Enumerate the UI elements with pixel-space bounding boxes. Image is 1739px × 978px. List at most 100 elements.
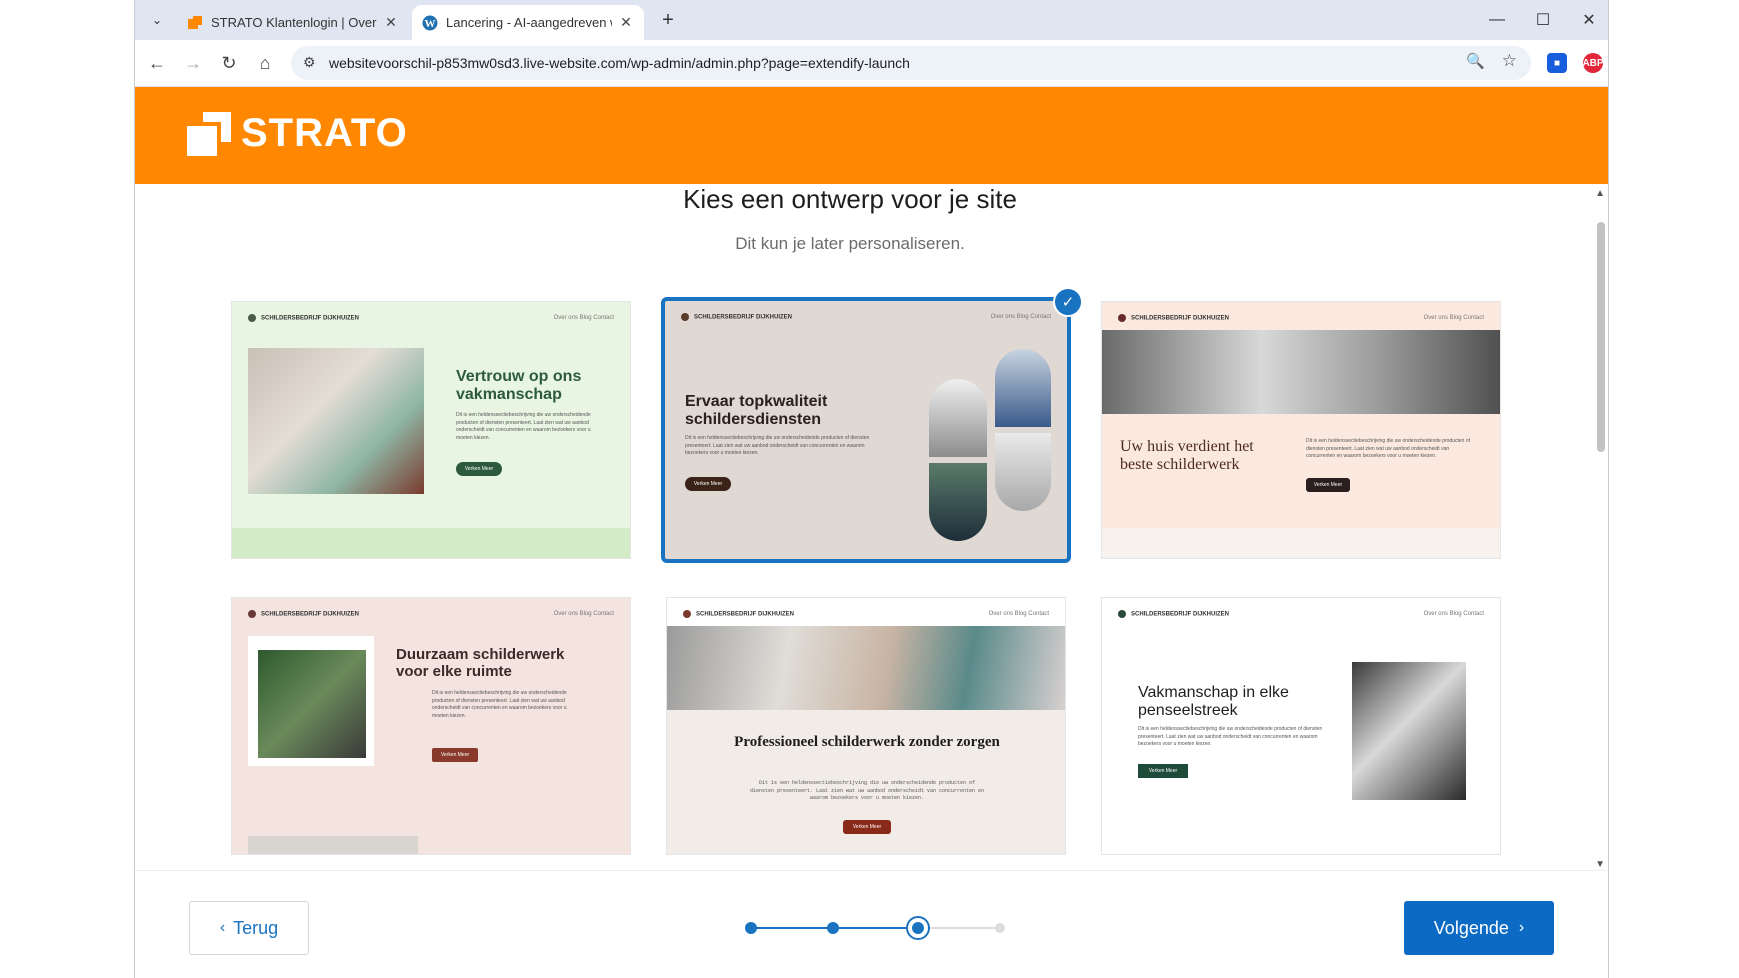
tab-strip: ⌄ STRATO Klantenlogin | Overzicht ✕ W La… [135, 0, 1608, 40]
design-card-6[interactable]: SCHILDERSBEDRIJF DIJKHUIZEN Over ons Blog… [1101, 597, 1501, 855]
design-title: Ervaar topkwaliteit schildersdiensten [685, 393, 828, 429]
design-button: Verken Meer [843, 820, 891, 834]
tab-search-button[interactable]: ⌄ [145, 8, 169, 32]
painter-photo [995, 349, 1051, 427]
design-title: Professioneel schilderwerk zonder zorgen [734, 734, 1000, 750]
painter-photo [1102, 330, 1500, 414]
home-button[interactable]: ⌂ [251, 49, 279, 77]
design-title: Duurzaam schilderwerk voor elke ruimte [396, 646, 565, 681]
maximize-button[interactable]: ☐ [1521, 6, 1565, 34]
painter-photo [929, 463, 987, 541]
progress-step-3-current [908, 918, 928, 938]
adblock-icon[interactable]: ABP [1582, 53, 1604, 73]
next-step-button[interactable]: Volgende › [1404, 901, 1554, 955]
reload-button[interactable]: ↻ [215, 49, 243, 77]
scroll-thumb[interactable] [1597, 222, 1605, 452]
minimize-icon: — [1489, 11, 1505, 28]
design-button: Verken Meer [685, 477, 731, 491]
design-card-3[interactable]: SCHILDERSBEDRIJF DIJKHUIZEN Over ons Blog… [1101, 301, 1501, 559]
design-chooser: Kies een ontwerp voor je site Dit kun je… [135, 184, 1608, 870]
painter-photo [929, 379, 987, 457]
next-step-label: Volgende [1433, 917, 1509, 938]
design-button: Verken Meer [1306, 478, 1350, 492]
painter-photo [1352, 662, 1466, 800]
mini-nav: SCHILDERSBEDRIJF DIJKHUIZEN Over ons Blog… [1118, 312, 1484, 324]
maximize-icon: ☐ [1535, 12, 1551, 29]
svg-text:W: W [425, 18, 436, 30]
design-title: Uw huis verdient het beste schilderwerk [1120, 438, 1254, 474]
scroll-up-icon[interactable]: ▲ [1595, 188, 1605, 199]
close-icon[interactable]: ✕ [618, 14, 634, 31]
home-icon: ⌂ [259, 52, 271, 73]
url-text: websitevoorschil-p853mw0sd3.live-website… [329, 55, 910, 71]
tab-title: Lancering - AI-aangedreven website [446, 15, 612, 30]
tab-lancering[interactable]: W Lancering - AI-aangedreven website ✕ [412, 5, 644, 40]
page-subtitle: Dit kun je later personaliseren. [735, 234, 965, 253]
page-title: Kies een ontwerp voor je site [683, 184, 1017, 214]
plus-icon: + [662, 8, 674, 31]
forward-button[interactable]: → [179, 49, 207, 77]
close-icon: ✕ [1582, 12, 1596, 29]
back-step-label: Terug [233, 917, 279, 938]
mini-nav: SCHILDERSBEDRIJF DIJKHUIZEN Over ons Blog… [683, 608, 1049, 620]
design-card-1[interactable]: SCHILDERSBEDRIJF DIJKHUIZEN Over ons Blog… [231, 301, 631, 559]
reload-icon: ↻ [221, 52, 237, 73]
bitwarden-icon[interactable]: ■ [1547, 53, 1567, 73]
close-icon[interactable]: ✕ [383, 14, 399, 31]
progress-step-1 [745, 922, 757, 934]
address-bar[interactable]: ⚙ websitevoorschil-p853mw0sd3.live-websi… [291, 46, 1531, 80]
mini-nav: SCHILDERSBEDRIJF DIJKHUIZEN Over ons Blog… [248, 608, 614, 620]
browser-toolbar: ← → ↻ ⌂ ⚙ websitevoorschil-p853mw0sd3.li… [135, 40, 1608, 87]
back-button[interactable]: ← [143, 49, 171, 77]
design-text: Dit is een heldenssectiebeschrijving die… [1306, 438, 1470, 459]
minimize-button[interactable]: — [1475, 6, 1519, 34]
painter-photo [258, 650, 366, 758]
strato-logo: STRATO [187, 111, 408, 156]
site-settings-icon[interactable]: ⚙ [303, 54, 316, 71]
browser-window: ⌄ STRATO Klantenlogin | Overzicht ✕ W La… [134, 0, 1609, 978]
design-button: Verken Meer [456, 462, 502, 476]
design-title: Vakmanschap in elke penseelstreek [1138, 684, 1289, 720]
strato-logo-icon [187, 111, 231, 156]
design-text: Dit is een heldenssectiebeschrijving die… [749, 780, 985, 801]
painting-photo [667, 626, 1065, 710]
close-window-button[interactable]: ✕ [1567, 6, 1608, 34]
tab-title: STRATO Klantenlogin | Overzicht [211, 15, 377, 30]
design-card-2[interactable]: SCHILDERSBEDRIJF DIJKHUIZEN Over ons Blog… [661, 297, 1071, 563]
zoom-icon[interactable]: 🔍 [1466, 52, 1485, 70]
preview-image [248, 836, 418, 854]
strato-header: STRATO [135, 87, 1608, 184]
new-tab-button[interactable]: + [655, 7, 681, 33]
design-text: Dit is een heldenssectiebeschrijving die… [1138, 726, 1323, 747]
design-title: Vertrouw op ons vakmanschap [456, 368, 582, 404]
design-card-4[interactable]: SCHILDERSBEDRIJF DIJKHUIZEN Over ons Blog… [231, 597, 631, 855]
design-button: Verken Meer [1138, 764, 1188, 778]
design-text: Dit is een heldenssectiebeschrijving die… [456, 412, 591, 441]
scroll-down-icon[interactable]: ▼ [1595, 859, 1605, 870]
design-button: Verken Meer [432, 748, 478, 762]
design-text: Dit is een heldenssectiebeschrijving die… [432, 690, 567, 719]
chevron-left-icon: ‹ [219, 919, 226, 936]
progress-step-4 [995, 923, 1005, 933]
tab-strato-klantenlogin[interactable]: STRATO Klantenlogin | Overzicht ✕ [177, 5, 409, 40]
design-text: Dit is een heldenssectiebeschrijving die… [685, 435, 870, 456]
mini-nav: SCHILDERSBEDRIJF DIJKHUIZEN Over ons Blog… [248, 312, 614, 324]
bookmark-star-icon[interactable]: ☆ [1502, 51, 1517, 71]
progress-step-2 [827, 922, 839, 934]
back-step-button[interactable]: ‹ Terug [189, 901, 309, 955]
wizard-footer: ‹ Terug Volgende › [135, 870, 1608, 978]
progress-line-todo [919, 927, 1005, 929]
strato-icon [188, 15, 202, 29]
selected-check-icon: ✓ [1053, 287, 1083, 317]
mini-nav: SCHILDERSBEDRIJF DIJKHUIZEN Over ons Blog… [681, 311, 1051, 323]
chevron-right-icon: › [1518, 919, 1525, 936]
wordpress-icon: W [422, 15, 438, 30]
chevron-down-icon: ⌄ [151, 13, 163, 27]
content-scrollbar[interactable]: ▲ ▼ [1594, 184, 1608, 870]
arrow-right-icon: → [184, 52, 202, 73]
mini-nav: SCHILDERSBEDRIJF DIJKHUIZEN Over ons Blog… [1118, 608, 1484, 620]
design-card-5[interactable]: SCHILDERSBEDRIJF DIJKHUIZEN Over ons Blog… [666, 597, 1066, 855]
painter-photo [995, 433, 1051, 511]
painting-photo [248, 348, 424, 494]
strato-logo-text: STRATO [241, 111, 408, 155]
